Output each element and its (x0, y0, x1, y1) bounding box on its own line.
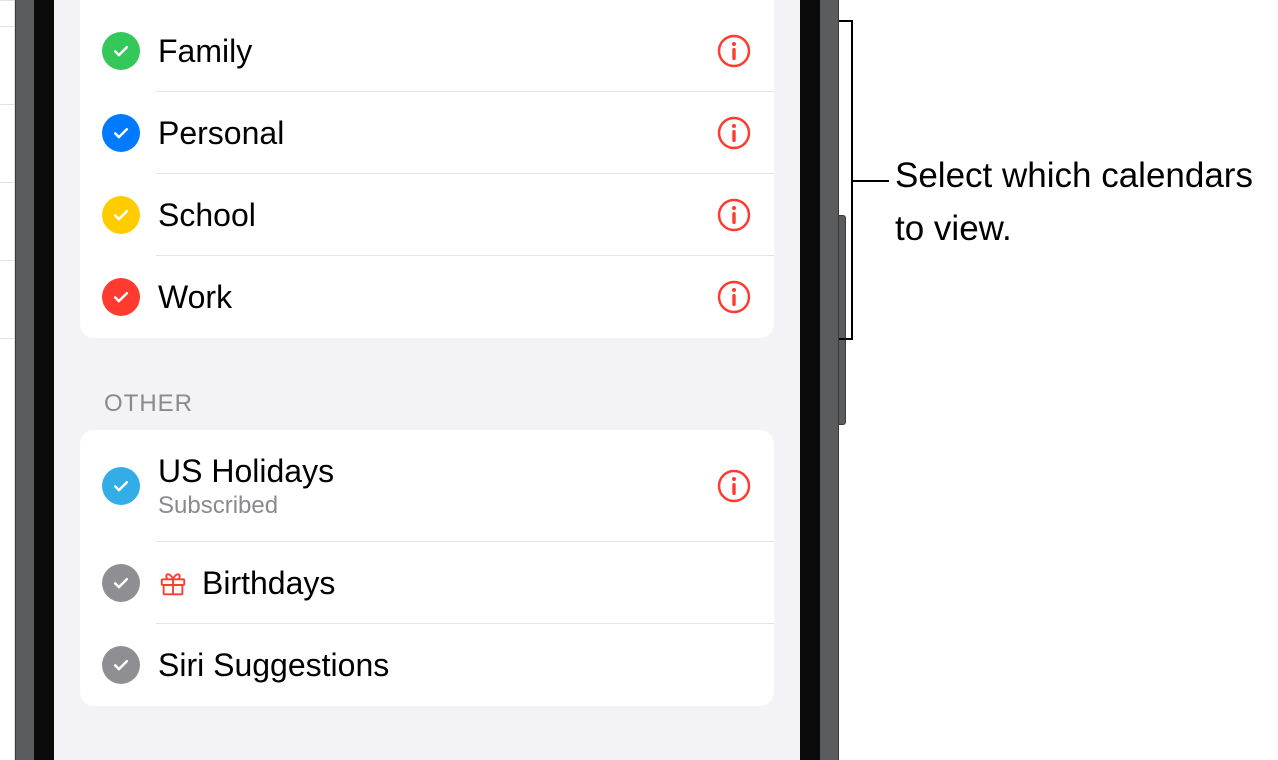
calendar-list-other: US Holidays Subscribed (80, 430, 774, 706)
calendar-row-siri-suggestions[interactable]: Siri Suggestions (80, 624, 774, 706)
callout-bracket (839, 20, 853, 340)
check-icon (102, 278, 140, 316)
check-icon (102, 467, 140, 505)
check-icon (102, 564, 140, 602)
check-icon (102, 114, 140, 152)
check-icon (102, 196, 140, 234)
section-header-other: OTHER (104, 390, 800, 418)
callout-text: Select which calendars to view. (895, 150, 1275, 255)
calendar-list-main: Family Personal (80, 0, 774, 338)
calendar-row-school[interactable]: School (80, 174, 774, 256)
calendar-row-family[interactable]: Family (80, 10, 774, 92)
gift-icon (158, 568, 188, 598)
calendar-row-personal[interactable]: Personal (80, 92, 774, 174)
phone-screen: Family Personal (54, 0, 800, 760)
callout-line (853, 180, 889, 182)
calendar-label: Birthdays (202, 564, 752, 602)
check-icon (102, 646, 140, 684)
calendar-sublabel: Subscribed (158, 492, 716, 520)
info-icon[interactable] (716, 115, 752, 151)
calendar-label: Personal (158, 114, 716, 152)
info-icon[interactable] (716, 33, 752, 69)
calendar-row-work[interactable]: Work (80, 256, 774, 338)
info-icon[interactable] (716, 197, 752, 233)
info-icon[interactable] (716, 468, 752, 504)
check-icon (102, 32, 140, 70)
calendar-label: Family (158, 32, 716, 70)
calendar-label: Work (158, 278, 716, 316)
info-icon[interactable] (716, 279, 752, 315)
calendar-label: US Holidays (158, 452, 716, 490)
calendar-label: Siri Suggestions (158, 646, 752, 684)
background-grid-edge (0, 0, 15, 760)
calendar-label: School (158, 196, 716, 234)
annotation-area: Select which calendars to view. (839, 0, 1278, 760)
calendar-row-birthdays[interactable]: Birthdays (80, 542, 774, 624)
phone-frame: Family Personal (15, 0, 839, 760)
calendar-row-us-holidays[interactable]: US Holidays Subscribed (80, 430, 774, 542)
